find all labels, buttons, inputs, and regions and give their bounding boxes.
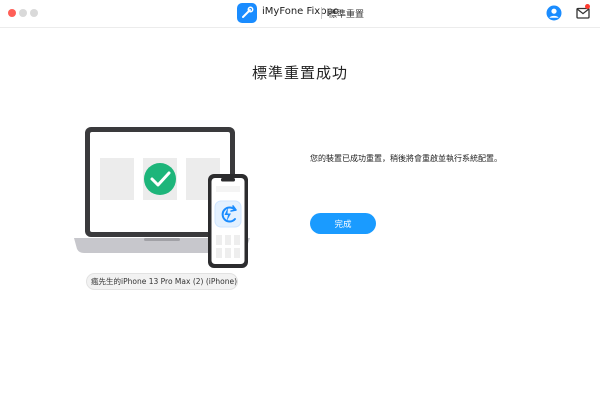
device-name: 瘋先生的iPhone 13 Pro Max (2) (iPhone) bbox=[91, 277, 237, 286]
title-divider bbox=[321, 7, 322, 19]
device-name-badge: 瘋先生的iPhone 13 Pro Max (2) (iPhone) bbox=[86, 273, 238, 290]
window-close-button[interactable] bbox=[8, 9, 16, 17]
device-illustration bbox=[74, 127, 250, 268]
notification-badge bbox=[585, 4, 590, 9]
success-message: 您的裝置已成功重置，稍後將會重啟並執行系統配置。 bbox=[310, 154, 502, 163]
title-bar: iMyFone Fixppo 標準重置 bbox=[0, 0, 600, 28]
window-maximize-button[interactable] bbox=[30, 9, 38, 17]
check-circle-icon bbox=[144, 163, 176, 195]
page-title: 標準重置成功 bbox=[251, 64, 348, 82]
mode-name: 標準重置 bbox=[328, 10, 365, 20]
app-logo-icon bbox=[237, 3, 257, 23]
refresh-lightning-icon bbox=[214, 200, 242, 228]
user-icon[interactable] bbox=[546, 5, 562, 21]
window-minimize-button[interactable] bbox=[19, 9, 27, 17]
done-button[interactable]: 完成 bbox=[310, 213, 376, 234]
